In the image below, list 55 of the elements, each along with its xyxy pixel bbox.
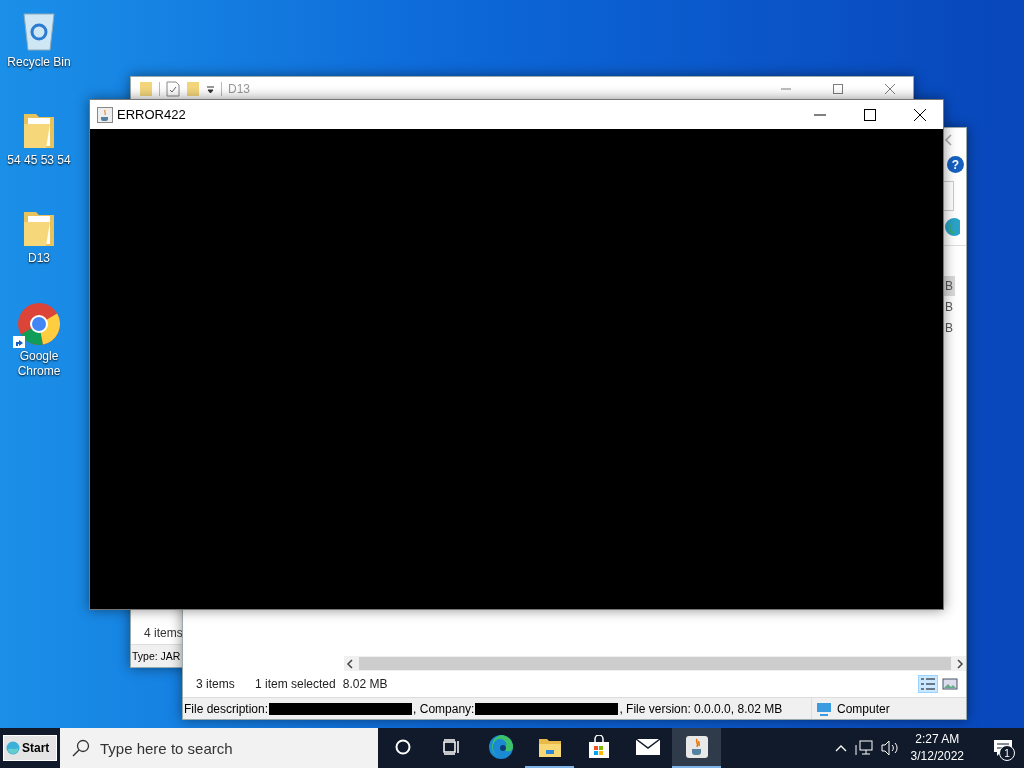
close-icon (914, 108, 926, 121)
envelope-icon (634, 738, 661, 756)
network-icon[interactable] (854, 740, 873, 756)
details-text: , Company: (413, 701, 475, 716)
globe-icon (944, 217, 960, 237)
details-text: , File version: 0.0.0.0, 8.02 MB (619, 701, 783, 716)
circle-icon (394, 739, 411, 755)
start-button[interactable]: Start (3, 735, 57, 761)
desktop-icon-label[interactable]: 54 45 53 54 (4, 153, 74, 168)
swirl-icon (487, 734, 514, 760)
chevron-up-icon[interactable] (834, 744, 847, 752)
window-title: ERROR422 (117, 107, 186, 122)
picture-view-icon (942, 677, 958, 691)
clock-date[interactable]: 3/12/2022 (910, 748, 964, 765)
horizontal-scrollbar[interactable] (344, 656, 966, 671)
details-text: File description: (184, 701, 269, 716)
view-button[interactable] (940, 675, 960, 693)
notification-count: 1 (999, 745, 1015, 761)
details-view-icon (920, 677, 936, 691)
browser-icon (17, 302, 61, 346)
desktop-icon-label[interactable]: Recycle Bin (4, 55, 74, 70)
location-text: Computer (837, 701, 890, 716)
maximize-icon (833, 83, 843, 94)
notifications-button[interactable]: 1 (982, 728, 1024, 768)
item-count: 4 items (144, 626, 183, 640)
volume-icon[interactable] (880, 740, 899, 756)
file-size-cell[interactable]: B (944, 297, 955, 317)
help-icon[interactable]: ? (947, 156, 964, 173)
clock-time[interactable]: 2:27 AM (915, 731, 960, 748)
folder-icon (537, 736, 562, 758)
scroll-right-icon[interactable] (954, 657, 966, 670)
maximize-icon (864, 108, 876, 121)
close-icon (885, 83, 895, 94)
selection-count: 1 item selected (255, 677, 336, 691)
file-size-cell[interactable]: B (944, 276, 955, 296)
orb-icon (6, 741, 20, 755)
taskbar-app-button[interactable] (672, 728, 721, 768)
desktop-icon-label[interactable]: D13 (4, 251, 74, 266)
view-button[interactable] (918, 675, 938, 693)
search-icon (72, 739, 90, 757)
selection-size: 8.02 MB (342, 677, 388, 691)
shopping-bag-icon (587, 735, 610, 759)
dropdown-icon[interactable] (206, 83, 215, 94)
desktop-icon-label[interactable]: Google Chrome (4, 349, 74, 379)
window-title: D13 (228, 81, 250, 96)
search-field[interactable]: Type here to search (60, 728, 378, 768)
scroll-left-icon[interactable] (344, 657, 356, 670)
details-text: Type: JAR (132, 650, 181, 662)
file-size-cell[interactable]: B (944, 318, 955, 338)
coffee-cup-icon (97, 106, 113, 123)
monitor-icon (816, 701, 832, 716)
task-view-icon (442, 739, 461, 755)
item-count: 3 items (196, 677, 236, 691)
checklist-icon[interactable] (166, 80, 180, 97)
coffee-cup-icon (684, 735, 709, 759)
